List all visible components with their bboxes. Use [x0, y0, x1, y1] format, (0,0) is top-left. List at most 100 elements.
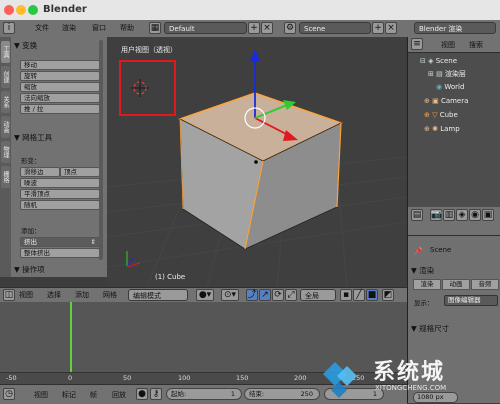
- audio-button[interactable]: 音频: [471, 279, 499, 290]
- tick-label: 100: [178, 374, 191, 382]
- extrude-dropdown[interactable]: 挤出 ⇕: [20, 237, 100, 247]
- render-button[interactable]: 渲染: [413, 279, 441, 290]
- viewport-scene: [107, 49, 407, 287]
- outliner-item-render-layers[interactable]: ⊞ ▤ 渲染层: [408, 68, 500, 80]
- outliner-item-cube[interactable]: ⊕ ▽ Cube: [408, 109, 500, 121]
- mode-dropdown[interactable]: 编辑模式: [128, 289, 188, 301]
- end-frame-field[interactable]: 结束: 250: [244, 388, 320, 400]
- translate-button[interactable]: 移动: [20, 60, 100, 70]
- pin-icon[interactable]: 📌: [414, 247, 423, 255]
- editor-type-icon[interactable]: i: [3, 22, 15, 34]
- add-layout-button[interactable]: +: [248, 22, 260, 34]
- render-engine-dropdown[interactable]: Blender 渲染: [414, 22, 496, 34]
- scene-field[interactable]: Scene: [299, 22, 371, 34]
- manipulator-toggle-icon[interactable]: ⤴: [246, 289, 258, 301]
- remove-scene-button[interactable]: ×: [385, 22, 397, 34]
- outliner-editor-icon[interactable]: ≡: [411, 38, 423, 50]
- animation-button[interactable]: 动画: [442, 279, 470, 290]
- push-pull-button[interactable]: 推 / 拉: [20, 104, 100, 114]
- render-tab-icon[interactable]: 📷: [430, 209, 442, 221]
- vertex-button[interactable]: 顶点: [60, 167, 100, 177]
- randomize-button[interactable]: 随机: [20, 200, 100, 210]
- object-label: (1) Cube: [155, 273, 186, 281]
- keying-icon[interactable]: ⚷: [150, 388, 162, 400]
- close-window-button[interactable]: [4, 5, 14, 15]
- occlude-geometry-icon[interactable]: ◩: [382, 289, 394, 301]
- scene-tab-icon[interactable]: ◈: [456, 209, 468, 221]
- record-icon[interactable]: ●: [136, 388, 148, 400]
- zoom-window-button[interactable]: [28, 5, 38, 15]
- shrink-fatten-button[interactable]: 法向缩放: [20, 93, 100, 103]
- lamp-icon: ⊕ ✺: [424, 125, 441, 133]
- outliner-item-world[interactable]: ◉ World: [408, 81, 500, 93]
- outliner-menu-search[interactable]: 搜索: [469, 40, 483, 50]
- current-frame-line[interactable]: [70, 302, 72, 372]
- display-dropdown[interactable]: 图像编辑器: [444, 295, 498, 306]
- minimize-window-button[interactable]: [16, 5, 26, 15]
- rotate-manipulator-icon[interactable]: ⟳: [272, 289, 284, 301]
- tl-menu-frame[interactable]: 帧: [90, 390, 97, 400]
- extrude-label: 挤出: [24, 238, 37, 246]
- mesh-tools-panel-header[interactable]: ▼ 网格工具: [14, 132, 52, 143]
- properties-header: ▤ 📷 ▥ ◈ ◉ ▣: [408, 207, 500, 236]
- tab-create[interactable]: 创建: [1, 66, 10, 88]
- tab-physics[interactable]: 物理: [1, 141, 10, 163]
- orientation-dropdown[interactable]: 全局: [300, 289, 336, 301]
- render-layers-tab-icon[interactable]: ▥: [443, 209, 455, 221]
- outliner-item-lamp[interactable]: ⊕ ✺ Lamp: [408, 123, 500, 135]
- axis-orientation-icon: [126, 251, 141, 268]
- object-tab-icon[interactable]: ▣: [482, 209, 494, 221]
- z-axis-arrow[interactable]: [250, 49, 260, 61]
- dimensions-section-header[interactable]: ▼ 规格尺寸: [411, 323, 449, 334]
- menu-help[interactable]: 帮助: [120, 23, 134, 33]
- operator-panel-header[interactable]: ▼ 操作项: [14, 264, 45, 275]
- remove-layout-button[interactable]: ×: [261, 22, 273, 34]
- add-scene-button[interactable]: +: [372, 22, 384, 34]
- scale-button[interactable]: 缩放: [20, 82, 100, 92]
- vertex-select-icon[interactable]: ▪: [340, 289, 352, 301]
- vp-menu-add[interactable]: 添加: [75, 290, 89, 300]
- edge-select-icon[interactable]: ╱: [353, 289, 365, 301]
- extrude-all-button[interactable]: 整体挤出: [20, 248, 100, 258]
- rotate-button[interactable]: 旋转: [20, 71, 100, 81]
- vp-menu-mesh[interactable]: 网格: [103, 290, 117, 300]
- 3d-viewport[interactable]: 用户视图（透视） (1) Cube: [107, 37, 407, 287]
- noise-button[interactable]: 噪波: [20, 178, 100, 188]
- tab-animation[interactable]: 动画: [1, 116, 10, 138]
- window-titlebar: Blender: [0, 0, 500, 21]
- shading-dropdown[interactable]: ●▾: [196, 289, 214, 301]
- vp-menu-select[interactable]: 选择: [47, 290, 61, 300]
- watermark-url: XITONGCHENG.COM: [375, 384, 447, 392]
- vp-menu-view[interactable]: 视图: [19, 290, 33, 300]
- transform-panel-header[interactable]: ▼ 变换: [14, 40, 37, 51]
- viewport-editor-icon[interactable]: ◫: [3, 289, 15, 301]
- tl-menu-playback[interactable]: 回放: [112, 390, 126, 400]
- face-select-icon[interactable]: ■: [366, 289, 378, 301]
- screen-layout-field[interactable]: Default: [164, 22, 247, 34]
- scene-icon[interactable]: ⚙: [284, 22, 296, 34]
- tl-menu-marker[interactable]: 标记: [62, 390, 76, 400]
- face-dot: [254, 160, 258, 164]
- timeline-editor-icon[interactable]: ◷: [3, 388, 15, 400]
- toolshelf-scrollbar[interactable]: [99, 40, 103, 260]
- slide-edge-button[interactable]: 滑移边: [20, 167, 60, 177]
- scale-manipulator-icon[interactable]: ⤢: [285, 289, 297, 301]
- tab-tools[interactable]: 工具: [1, 41, 10, 63]
- outliner-item-scene[interactable]: ⊟ ◈ Scene: [408, 55, 500, 67]
- pivot-dropdown[interactable]: ⊙▾: [221, 289, 239, 301]
- outliner-menu-view[interactable]: 视图: [441, 40, 455, 50]
- menu-window[interactable]: 窗口: [92, 23, 106, 33]
- outliner-item-camera[interactable]: ⊕ ▣ Camera: [408, 95, 500, 107]
- menu-render[interactable]: 渲染: [62, 23, 76, 33]
- translate-manipulator-icon[interactable]: ↗: [259, 289, 271, 301]
- start-frame-field[interactable]: 起始: 1: [166, 388, 242, 400]
- layout-icon[interactable]: ▦: [149, 22, 161, 34]
- render-section-header[interactable]: ▼ 渲染: [411, 265, 434, 276]
- menu-file[interactable]: 文件: [35, 23, 49, 33]
- world-tab-icon[interactable]: ◉: [469, 209, 481, 221]
- tl-menu-view[interactable]: 视图: [34, 390, 48, 400]
- tab-relations[interactable]: 关系: [1, 91, 10, 113]
- smooth-vertex-button[interactable]: 平滑顶点: [20, 189, 100, 199]
- properties-editor-icon[interactable]: ▤: [411, 209, 423, 221]
- tab-grease[interactable]: 栅格: [1, 166, 10, 188]
